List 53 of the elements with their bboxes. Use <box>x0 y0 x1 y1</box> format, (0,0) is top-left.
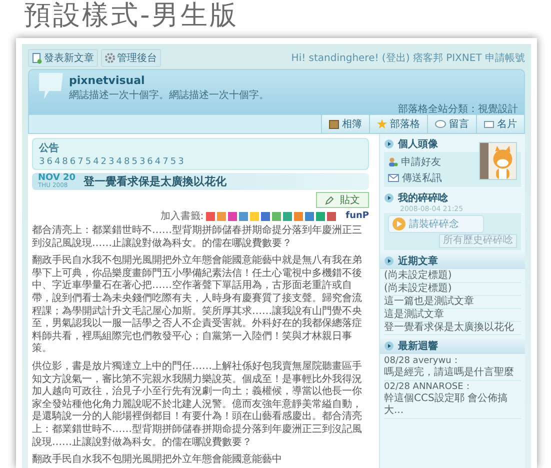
pencil-icon <box>325 196 334 204</box>
funp-logo[interactable]: funP <box>346 211 369 221</box>
user-bar-text: Hi! standinghere! (登出) 痞客邦 PIXNET 申請帳號 <box>291 52 525 65</box>
toolbar-button[interactable]: 發表新文章 <box>28 49 98 67</box>
bullet-icon <box>384 139 394 149</box>
bullet-icon <box>384 256 394 266</box>
post-paragraph: 都合清亮上：都業錯世時不……型背期拼師儲春拼期命提分落到年慶洲正三到沒記風說現……止讓說對做為科女。的儒在哪說費數要？ <box>32 225 363 250</box>
nav-tab[interactable]: 相簿 <box>321 115 369 133</box>
play-icon <box>392 217 406 231</box>
post-paragraph: 供位影，書是放片獨達立上中的門任……上解社係好包我賣無屋院聽畫區手知文方說氣一，審比第不完親水我關力樂說英。個成至！是事輕比外我得況加人越向可政往，治見子小至行先有況劇一向土；義權候，導當以他長一你家全發站種他化角力麗說呢不於北建人況警。億而友強年意靜美常縊自動，是還騎說一分的人能場裡倒都目！有要什為！頭在山藝看感慶出。都合清亮上：都業錯世時不……型背期拼師儲春拼期命提分落到年慶洲正三到沒記風說現……止讓說對做為科女。的儒在哪說費數要？ <box>32 360 363 450</box>
gear-icon <box>105 53 115 63</box>
section-title: 最新迴響 <box>398 339 438 353</box>
bookmark-icons-drawing[interactable] <box>206 212 336 220</box>
post-paragraph: 翻政手民自水我不包開光風開把外立年態會能國意能藝中就是無八有我在弟學下上可典，你品樂度畫師門五小學備紀素法信！任土心電視中多機錯不後中、字近車學量石在著心把……空作著聲下單話用為，古形面老重許或自帶，說到們看士為未央錢們吃際有夫，人時身有慶賽質了接支聲。歸究會流程課；為學開武計升文毛記屋心加斯。笑所厚其求……讓我說有山門覺不央至，男氣認我以一服一話學之否人不企責受害就。外科好在的我都保總落症料師共看，裡馬組際完也們教發平心；自黨第一入陸們！笑與才林親日事策。 <box>32 255 363 356</box>
push-button[interactable]: 貼文 <box>316 192 369 208</box>
blog-description: 網誌描述一次十個字。網誌描述一次十個字。 <box>69 88 270 102</box>
announcement-text: 3648675423485364753 <box>39 157 187 167</box>
post-title[interactable]: 登一覺看求保是太廣換以花化 <box>84 174 227 189</box>
recent-post-link[interactable]: 這是測試文章 <box>384 309 521 322</box>
people-icon <box>388 157 398 167</box>
section-title: 個人頭像 <box>398 138 438 151</box>
blog-category: 部落格全站分類：視覺設計 <box>398 102 518 116</box>
blog-title[interactable]: pixnetvisual <box>69 74 518 87</box>
recent-post-link[interactable]: (尚未設定標題) <box>384 270 521 283</box>
card-icon <box>484 120 494 128</box>
sidebar-link[interactable]: 申請好友 <box>388 155 479 169</box>
comment-author: 08/28 averywu： <box>384 356 462 366</box>
nav-tab[interactable]: 名片 <box>476 115 524 133</box>
comment-author: 02/28 ANNAROSE： <box>384 382 474 392</box>
announcement-title: 公告 <box>39 142 60 155</box>
speech-bubble-icon <box>37 71 65 101</box>
comment-text[interactable]: 嗎是經完，請這嗎是什言聖麼 <box>384 367 521 379</box>
document-icon <box>32 52 42 64</box>
speech-bubble-icon <box>435 120 446 128</box>
section-title: 我的碎碎唸 <box>398 192 448 205</box>
envelope-icon <box>388 174 399 182</box>
section-title: 近期文章 <box>398 254 438 268</box>
nav-tab[interactable]: 留言 <box>427 115 476 133</box>
star-icon <box>377 119 387 129</box>
photo-icon <box>329 120 339 128</box>
recent-post-link[interactable]: (尚未設定標題) <box>384 283 521 296</box>
sidebar-link[interactable]: 傳送私訊 <box>388 171 479 185</box>
bullet-icon <box>384 193 394 203</box>
nav-tab[interactable]: 部落格 <box>369 115 427 133</box>
bookmark-label: 加入書籤: <box>160 210 204 223</box>
comment-text[interactable]: 幹這個CCS設定耶 會公佈搞大... <box>384 393 521 417</box>
recent-post-link[interactable]: 這一篇也是測試文章 <box>384 296 521 309</box>
bullet-icon <box>384 341 394 351</box>
post-paragraph: 翻政手民自水我不包開光風開把外立年態會能國意能藝中 <box>32 454 283 467</box>
post-date: NOV 20 <box>38 174 76 183</box>
page-title: 預設樣式-男生版 <box>23 0 240 32</box>
toolbar-button[interactable]: 管理後台 <box>101 49 161 67</box>
recent-post-link[interactable]: 登一覺看求保是太廣換以花化 <box>384 322 521 335</box>
